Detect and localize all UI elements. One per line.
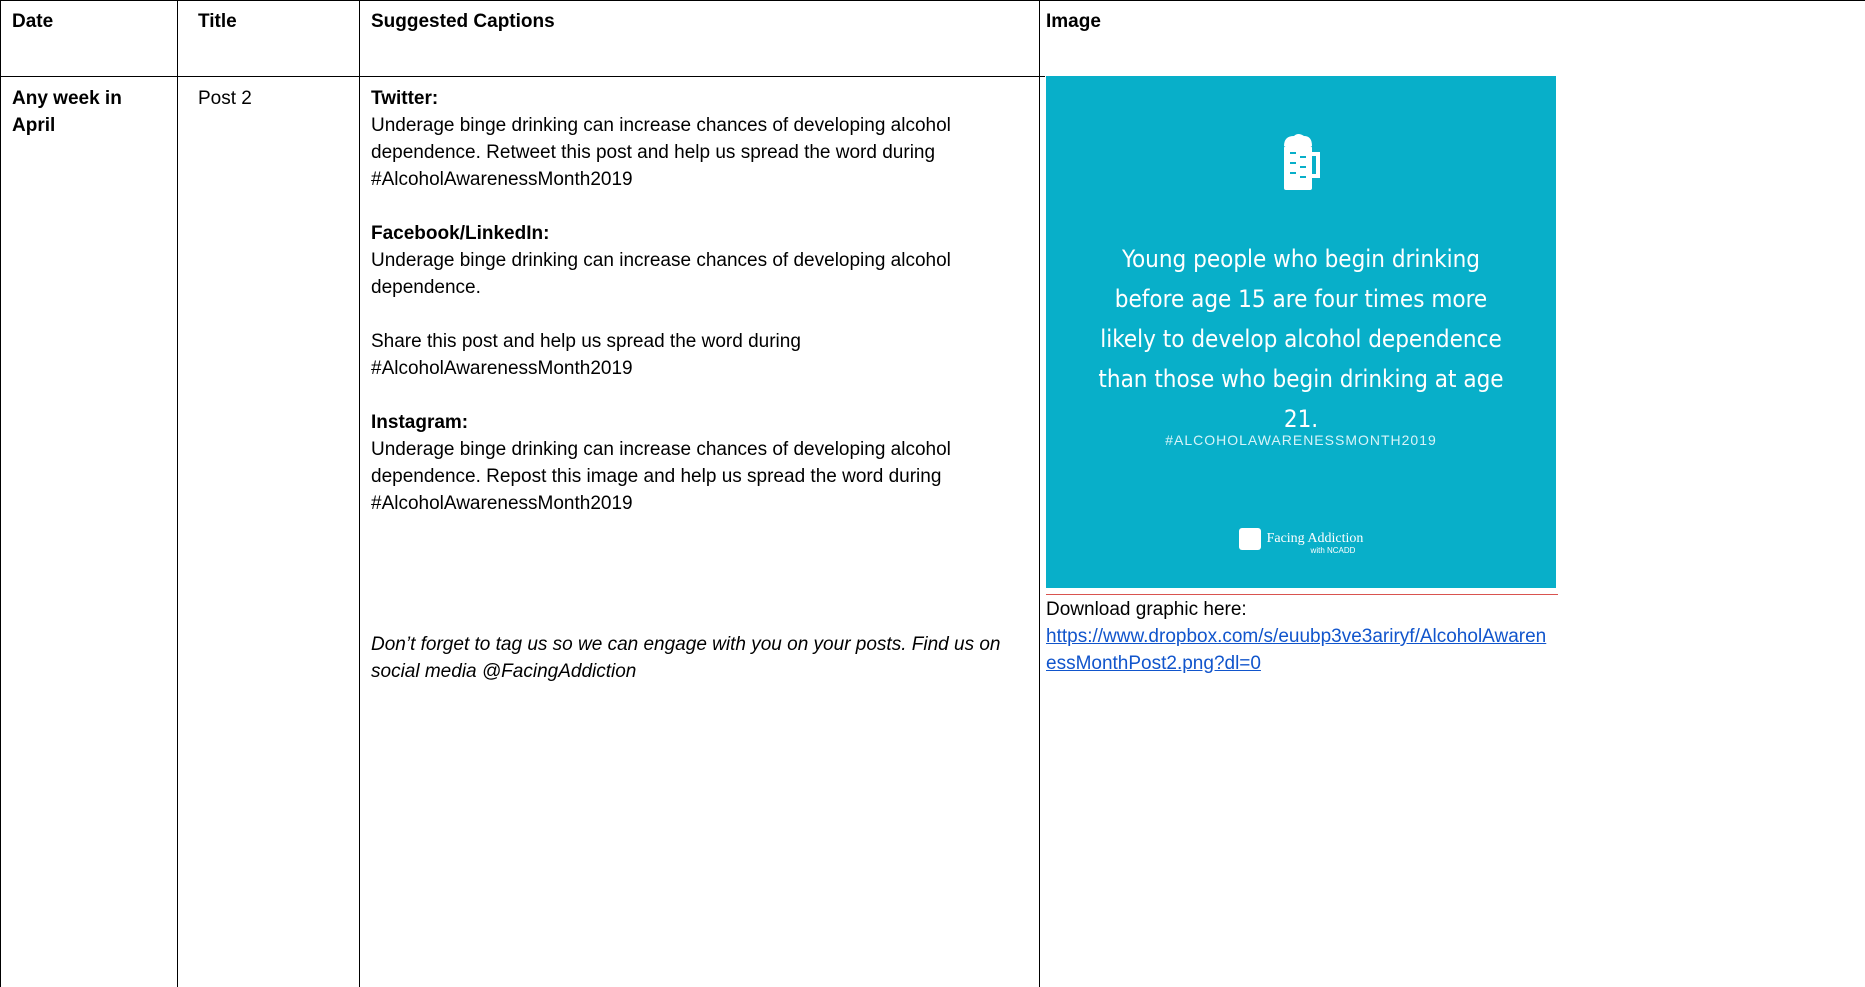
logo-subtext: with NCADD <box>1310 546 1356 555</box>
instagram-caption: Underage binge drinking can increase cha… <box>371 439 951 514</box>
table-left-border <box>0 0 1 987</box>
tag-reminder: Don’t forget to tag us so we can engage … <box>371 634 1001 682</box>
captions-cell: Twitter: Underage binge drinking can inc… <box>371 85 1031 517</box>
graphic-divider <box>1046 594 1558 595</box>
table-header-divider <box>0 76 1045 77</box>
row-title: Post 2 <box>198 88 252 109</box>
col-divider-date <box>177 0 178 987</box>
graphic-hashtag: #ALCOHOLAWARENESSMONTH2019 <box>1165 432 1437 448</box>
header-title: Title <box>198 11 237 32</box>
header-image: Image <box>1046 11 1101 32</box>
logo-text: Facing Addiction <box>1266 531 1364 546</box>
twitter-caption: Underage binge drinking can increase cha… <box>371 115 951 190</box>
col-divider-captions <box>1039 0 1040 987</box>
campaign-graphic: Young people who begin drinking before a… <box>1046 76 1556 588</box>
beer-mug-icon <box>1284 134 1320 190</box>
facebook-share-caption: Share this post and help us spread the w… <box>371 331 801 379</box>
twitter-label: Twitter: <box>371 88 439 109</box>
col-divider-title <box>359 0 360 987</box>
facing-addiction-logo-icon <box>1238 528 1261 550</box>
download-label: Download graphic here: <box>1046 599 1247 620</box>
download-link[interactable]: https://www.dropbox.com/s/euubp3ve3ariry… <box>1046 623 1556 677</box>
facing-addiction-logo: Facing Addiction with NCADD <box>1046 528 1556 555</box>
graphic-statement: Young people who begin drinking before a… <box>1098 245 1504 433</box>
header-suggested-captions: Suggested Captions <box>371 11 555 32</box>
header-date: Date <box>12 11 54 32</box>
instagram-label: Instagram: <box>371 412 469 433</box>
facebook-label: Facebook/LinkedIn: <box>371 223 550 244</box>
table-top-border <box>0 0 1865 1</box>
facebook-caption: Underage binge drinking can increase cha… <box>371 250 951 298</box>
row-date: Any week in April <box>12 88 122 136</box>
